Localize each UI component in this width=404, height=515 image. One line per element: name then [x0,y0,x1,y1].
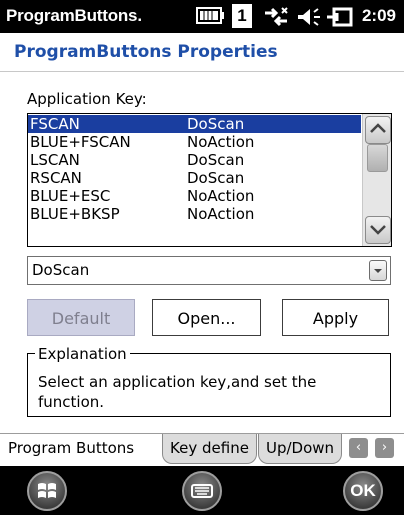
apply-button[interactable]: Apply [282,299,389,336]
list-scrollbar[interactable] [362,114,391,246]
scroll-thumb[interactable] [367,144,388,172]
list-item[interactable]: LSCAN DoScan [28,151,361,169]
keyboard-button[interactable] [182,471,222,511]
ok-button[interactable]: OK [343,471,383,511]
key-name: BLUE+ESC [30,187,111,205]
list-item[interactable]: RSCAN DoScan [28,169,361,187]
list-item[interactable]: BLUE+BKSP NoAction [28,205,361,223]
battery-bar-icon[interactable] [196,5,224,31]
power-plug-icon[interactable] [325,5,355,33]
tab-up-down[interactable]: Up/Down [258,434,342,464]
key-action: DoScan [187,151,245,169]
tab-key-define[interactable]: Key define [162,434,257,464]
soft-key-bar: OK [0,466,404,515]
key-action: NoAction [187,187,255,205]
page-title: ProgramButtons Properties [14,42,278,62]
key-name: BLUE+BKSP [30,205,120,223]
page-header: ProgramButtons Properties [0,33,404,72]
scroll-down-button[interactable] [365,216,391,244]
list-item[interactable]: FSCAN DoScan [28,115,361,133]
explanation-title: Explanation [35,345,130,363]
key-action: NoAction [187,133,255,151]
action-select-value: DoScan [32,261,90,279]
start-button[interactable] [27,471,67,511]
tab-bar: Program Buttons Key define Up/Down ‹ › [0,433,404,467]
key-action: NoAction [187,205,255,223]
count-badge[interactable]: 1 [232,4,252,28]
open-button[interactable]: Open... [152,299,261,336]
application-key-list[interactable]: FSCAN DoScan BLUE+FSCAN NoAction LSCAN DoSc… [27,113,392,247]
explanation-text: Select an application key,and set the fu… [38,373,317,411]
key-action: DoScan [187,115,245,133]
key-name: BLUE+FSCAN [30,133,131,151]
status-bar: ProgramButtons. 1 2:09 [0,0,404,33]
speaker-icon[interactable] [296,5,322,33]
application-key-label: Application Key: [27,90,147,108]
tab-scroll-right-button[interactable]: › [375,438,394,458]
key-name: LSCAN [30,151,80,169]
list-item[interactable]: BLUE+FSCAN NoAction [28,133,361,151]
default-button[interactable]: Default [27,299,135,336]
chevron-right-icon: › [381,440,388,455]
connectivity-icon[interactable] [262,5,290,33]
chevron-down-icon [370,225,386,235]
list-item[interactable]: BLUE+ESC NoAction [28,187,361,205]
keyboard-icon [191,484,213,498]
key-action: DoScan [187,169,245,187]
action-select[interactable]: DoScan [27,256,391,285]
chevron-left-icon: ‹ [355,440,362,455]
key-name: FSCAN [30,115,80,133]
scroll-up-button[interactable] [365,116,391,144]
clock[interactable]: 2:09 [362,6,396,26]
tab-scroll-left-button[interactable]: ‹ [349,438,368,458]
status-app-title[interactable]: ProgramButtons. [6,6,142,26]
tab-program-buttons[interactable]: Program Buttons [0,434,161,464]
key-name: RSCAN [30,169,82,187]
dropdown-arrow-icon[interactable] [369,260,387,281]
windows-start-icon [38,483,56,498]
chevron-up-icon [370,123,386,133]
